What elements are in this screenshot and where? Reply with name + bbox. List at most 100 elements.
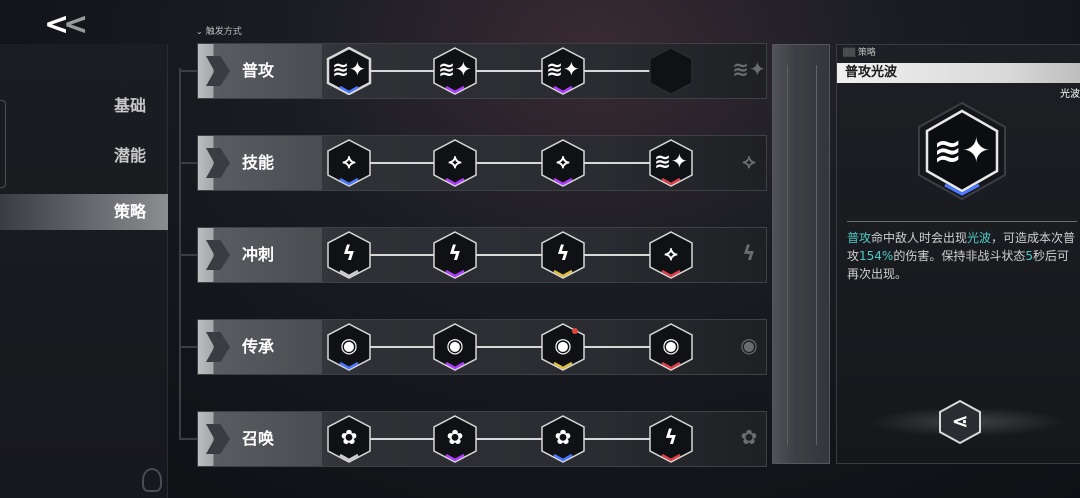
strategy-node[interactable]: ⟡	[432, 139, 478, 187]
spear-burst-icon: ⟡	[556, 149, 570, 173]
strategy-node[interactable]	[648, 47, 694, 95]
strategy-row: 冲刺 ϟ ϟ ϟ ⟡ ϟ	[197, 227, 767, 283]
row-label: 传承	[242, 337, 275, 356]
vortex-icon: ◉	[740, 333, 758, 357]
strategy-node[interactable]: ϟ	[648, 415, 694, 463]
strategy-node[interactable]: ◉	[726, 323, 772, 371]
attack-slash-icon: ≋✦	[654, 149, 688, 173]
strategy-node[interactable]: ϟ	[540, 231, 586, 279]
highlight-term: 154%	[859, 249, 894, 263]
flower-summon-icon: ✿	[554, 425, 572, 449]
strategy-row: 传承 ◉ ◉ ◉ ◉ ◉	[197, 319, 767, 375]
panel-divider-strip	[772, 44, 830, 464]
strategy-node[interactable]: ✿	[326, 415, 372, 463]
attack-slash-icon: ≋✦	[732, 57, 766, 81]
detail-skill-icon: ≋✦	[917, 101, 1007, 201]
strategy-node[interactable]: ≋✦	[648, 139, 694, 187]
trigger-mode-label: ⌄ 触发方式	[196, 27, 242, 37]
detail-description: 普攻命中敌人时会出现光波，可造成本次普攻154%的伤害。保持非战斗状态5秒后可再…	[847, 229, 1077, 283]
nav-item-potential[interactable]: 潜能	[0, 138, 168, 174]
detail-title: 普攻光波	[845, 65, 898, 80]
share-icon: ⋖	[951, 409, 969, 433]
description-text: 命中敌人时会出现	[871, 231, 968, 245]
row-connector-line	[358, 346, 658, 348]
tree-branch	[179, 438, 197, 440]
row-label: 召唤	[242, 429, 275, 448]
share-button[interactable]: ⋖	[937, 399, 983, 445]
flower-summon-icon: ✿	[740, 425, 758, 449]
tree-branch	[179, 346, 197, 348]
highlight-term: 5	[1025, 249, 1033, 263]
tree-branch	[179, 70, 197, 72]
back-arrow-icon: <	[44, 7, 69, 42]
row-label: 普攻	[242, 61, 275, 80]
strategy-node[interactable]: ϟ	[432, 231, 478, 279]
row-arrow-icon	[206, 56, 230, 86]
medal-icon	[142, 468, 162, 492]
row-arrow-icon	[206, 240, 230, 270]
row-arrow-icon	[206, 332, 230, 362]
strategy-node[interactable]: ≋✦	[326, 47, 372, 95]
highlight-term: 普攻	[847, 231, 872, 245]
row-arrow-icon	[206, 148, 230, 178]
tree-branch	[179, 162, 197, 164]
dash-bolt-icon: ϟ	[342, 241, 356, 265]
flower-summon-icon: ✿	[340, 425, 358, 449]
dash-bolt-icon: ϟ	[742, 241, 756, 265]
dash-bolt-icon: ϟ	[664, 425, 678, 449]
strategy-node[interactable]: ◉	[648, 323, 694, 371]
strategy-node[interactable]: ◉	[540, 323, 586, 371]
spear-burst-icon: ⟡	[742, 149, 756, 173]
strategy-node[interactable]: ≋✦	[432, 47, 478, 95]
detail-corner-text: 光波	[1060, 89, 1080, 100]
chevron-down-icon: ⌄	[196, 27, 203, 36]
strip-groove	[787, 65, 817, 445]
highlight-term: 光波	[967, 231, 992, 245]
new-indicator-dot	[572, 328, 578, 334]
back-arrow-icon-2: <	[63, 7, 88, 42]
row-label: 技能	[242, 153, 275, 172]
vortex-icon: ◉	[662, 333, 680, 357]
detail-tag: 策略	[843, 45, 876, 58]
row-connector-line	[358, 162, 658, 164]
strategy-node[interactable]: ✿	[726, 415, 772, 463]
vortex-icon: ◉	[340, 333, 358, 357]
dash-bolt-icon: ϟ	[448, 241, 462, 265]
strategy-node[interactable]: ✿	[432, 415, 478, 463]
attack-slash-icon: ≋✦	[438, 57, 472, 81]
strategy-node[interactable]: ⟡	[326, 139, 372, 187]
description-text: 的伤害。保持非战斗状态	[893, 249, 1026, 263]
strategy-node[interactable]: ⟡	[726, 139, 772, 187]
strategy-node[interactable]: ✿	[540, 415, 586, 463]
strategy-node[interactable]: ≋✦	[726, 47, 772, 95]
strategy-row: 召唤 ✿ ✿ ✿ ϟ ✿	[197, 411, 767, 467]
spear-burst-icon: ⟡	[664, 241, 678, 265]
spear-burst-icon: ⟡	[342, 149, 356, 173]
tree-branch	[179, 254, 197, 256]
strategy-node[interactable]: ◉	[326, 323, 372, 371]
attack-slash-icon: ≋✦	[546, 57, 580, 81]
attack-slash-icon: ≋✦	[332, 57, 366, 81]
row-connector-line	[358, 438, 658, 440]
strategy-node[interactable]: ⟡	[540, 139, 586, 187]
strategy-node[interactable]: ϟ	[726, 231, 772, 279]
vortex-icon: ◉	[446, 333, 464, 357]
row-arrow-icon	[206, 424, 230, 454]
dash-bolt-icon: ϟ	[556, 241, 570, 265]
left-nav-panel: 基础 潜能 策略	[0, 44, 168, 498]
row-connector-line	[358, 254, 658, 256]
strategy-node[interactable]: ◉	[432, 323, 478, 371]
vortex-icon: ◉	[554, 333, 572, 357]
nav-item-basic[interactable]: 基础	[0, 88, 168, 124]
flower-summon-icon: ✿	[446, 425, 464, 449]
row-label: 冲刺	[242, 245, 275, 264]
nav-item-strategy[interactable]: 策略	[0, 194, 168, 230]
strategy-node[interactable]: ≋✦	[540, 47, 586, 95]
row-connector-line	[358, 70, 658, 72]
detail-panel: 策略 普攻光波 光波 ≋✦ 普攻命中敌人时会出现光波，可造成本次普攻154%的伤…	[836, 44, 1080, 464]
attack-slash-icon: ≋✦	[933, 131, 991, 171]
strategy-node[interactable]: ϟ	[326, 231, 372, 279]
back-button[interactable]: <<	[44, 8, 94, 42]
strategy-row: 普攻 ≋✦ ≋✦ ≋✦ ≋✦	[197, 43, 767, 99]
strategy-node[interactable]: ⟡	[648, 231, 694, 279]
